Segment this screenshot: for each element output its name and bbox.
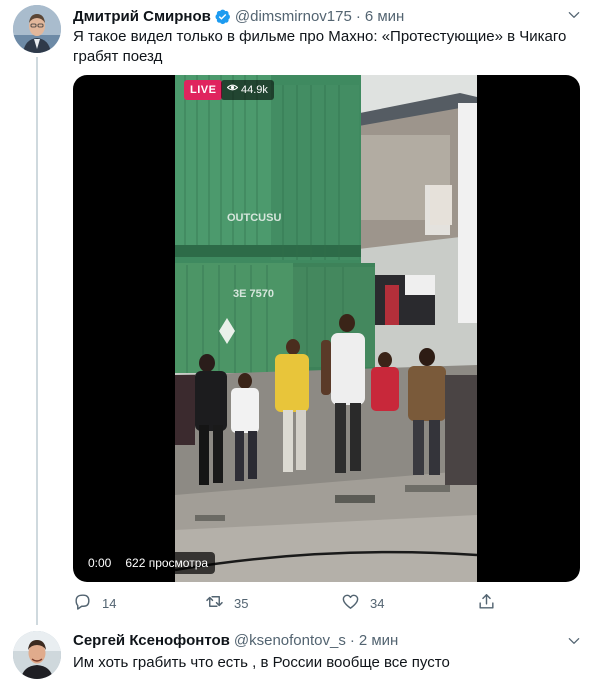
share-button[interactable] xyxy=(477,592,496,614)
separator-dot: · xyxy=(355,7,361,25)
reply-separator-dot: · xyxy=(349,631,355,649)
tweet-timestamp[interactable]: 6 мин xyxy=(365,8,405,25)
chevron-down-icon[interactable] xyxy=(564,631,584,651)
tweet-text: Я такое видел только в фильме про Махно:… xyxy=(73,28,567,65)
reply-timestamp[interactable]: 2 мин xyxy=(359,632,399,649)
share-icon xyxy=(477,592,496,614)
thread-connector-line xyxy=(36,57,38,625)
reply-header: Сергей Ксенофонтов @ksenofontov_s · 2 ми… xyxy=(73,630,398,650)
reply-text: Им хоть грабить что есть , в России вооб… xyxy=(73,654,450,671)
author-name[interactable]: Дмитрий Смирнов xyxy=(73,8,211,25)
reply-count: 14 xyxy=(102,595,117,611)
video-frame[interactable]: OUTCUSU 3E 7570 xyxy=(175,75,477,582)
viewer-count: 44.9k xyxy=(241,84,268,96)
tweet-main[interactable]: Дмитрий Смирнов @dimsmirnov175 · 6 мин Я… xyxy=(0,0,592,625)
author-avatar[interactable] xyxy=(13,5,61,53)
verified-badge-icon xyxy=(214,8,231,25)
video-time: 0:00 xyxy=(88,556,112,570)
retweet-button[interactable]: 35 xyxy=(205,592,248,614)
container-lettering-2: 3E 7570 xyxy=(233,288,274,300)
reply-author-name[interactable]: Сергей Ксенофонтов xyxy=(73,632,230,649)
viewer-count-badge: 44.9k xyxy=(221,80,274,100)
like-icon xyxy=(341,592,360,614)
chevron-down-icon[interactable] xyxy=(564,5,584,25)
author-handle[interactable]: @dimsmirnov175 xyxy=(235,8,352,25)
retweet-icon xyxy=(205,592,224,614)
reply-author-handle[interactable]: @ksenofontov_s xyxy=(234,632,346,649)
live-badge: LIVE xyxy=(184,80,223,100)
like-count: 34 xyxy=(370,595,385,611)
reply-author-avatar[interactable] xyxy=(13,631,61,679)
video-view-count: 622 просмотра xyxy=(125,556,209,570)
tweet-header: Дмитрий Смирнов @dimsmirnov175 · 6 мин xyxy=(73,6,404,26)
reply-icon xyxy=(73,592,92,614)
tweet-actions: 14 35 34 xyxy=(73,592,503,614)
eye-icon xyxy=(226,80,239,100)
like-button[interactable]: 34 xyxy=(341,592,384,614)
video-stats-overlay: 0:00 622 просмотра xyxy=(81,552,216,574)
reply-button[interactable]: 14 xyxy=(73,592,116,614)
retweet-count: 35 xyxy=(234,595,249,611)
video-player[interactable]: OUTCUSU 3E 7570 LIVE 44.9k 0:00 622 прос… xyxy=(73,75,580,582)
container-lettering-1: OUTCUSU xyxy=(227,212,281,224)
